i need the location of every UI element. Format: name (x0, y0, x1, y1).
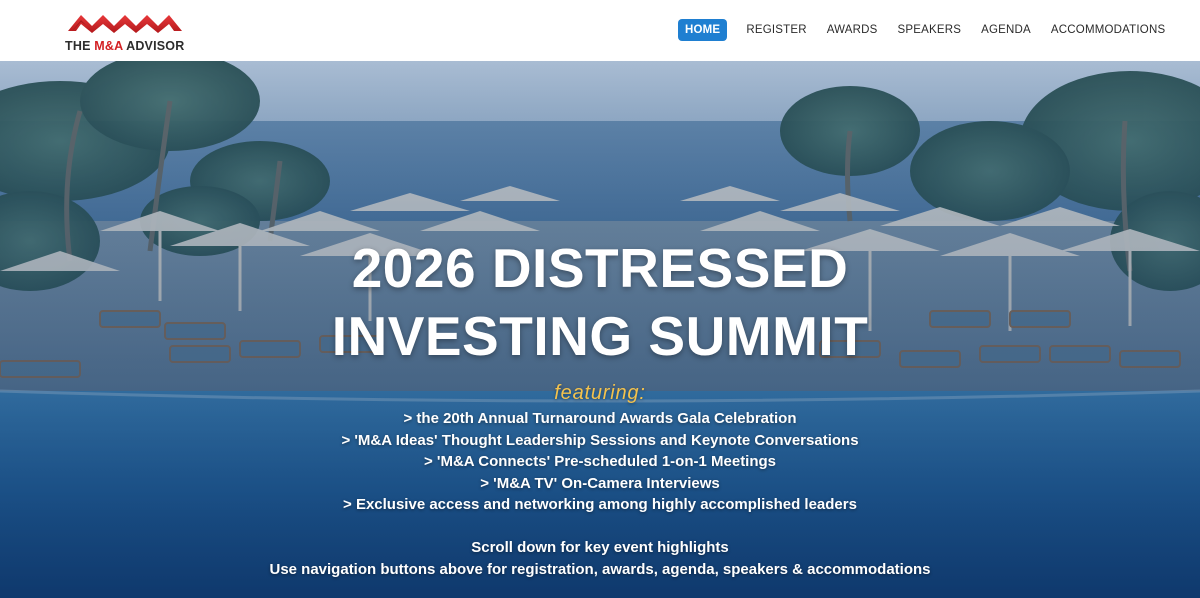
nav-home[interactable]: HOME (678, 19, 728, 41)
hero-section: 2026 DISTRESSED INVESTING SUMMIT featuri… (0, 61, 1200, 598)
navigation-note: Use navigation buttons above for registr… (269, 561, 931, 578)
feature-list: > the 20th Annual Turnaround Awards Gala… (0, 408, 1200, 516)
hero-content: 2026 DISTRESSED INVESTING SUMMIT featuri… (0, 61, 1200, 598)
scroll-note: Scroll down for key event highlights (471, 539, 729, 556)
logo-wordmark: THE M&A ADVISOR (65, 39, 185, 53)
feature-item: > the 20th Annual Turnaround Awards Gala… (403, 410, 797, 427)
site-header: THE M&A ADVISOR HOME REGISTER AWARDS SPE… (0, 0, 1200, 61)
site-logo[interactable]: THE M&A ADVISOR (64, 9, 188, 55)
feature-item: > 'M&A TV' On-Camera Interviews (480, 474, 720, 492)
main-nav: HOME REGISTER AWARDS SPEAKERS AGENDA ACC… (678, 19, 1177, 41)
hero-title-line2: INVESTING SUMMIT (331, 305, 869, 367)
nav-register[interactable]: REGISTER (738, 19, 814, 41)
nav-accommodations[interactable]: ACCOMMODATIONS (1043, 19, 1173, 41)
nav-agenda[interactable]: AGENDA (973, 19, 1039, 41)
featuring-label: featuring: (554, 382, 646, 404)
feature-item: > 'M&A Connects' Pre-scheduled 1-on-1 Me… (423, 453, 777, 470)
mountains-logo-icon (68, 15, 182, 33)
feature-item: > 'M&A Ideas' Thought Leadership Session… (341, 431, 859, 449)
nav-awards[interactable]: AWARDS (819, 19, 886, 41)
feature-item: > Exclusive access and networking among … (343, 496, 857, 513)
hero-title-line1: 2026 DISTRESSED (351, 237, 849, 299)
nav-speakers[interactable]: SPEAKERS (890, 19, 970, 41)
